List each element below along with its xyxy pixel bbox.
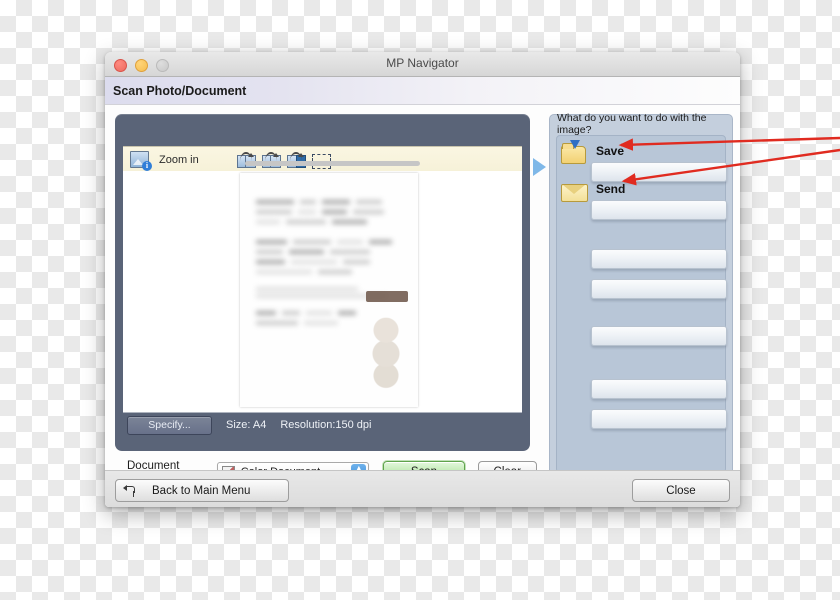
image-actions-panel: What do you want to do with the image? S…	[549, 112, 733, 484]
page-subheader: Scan Photo/Document	[105, 77, 740, 105]
scan-size-text: Size: A4	[226, 419, 267, 431]
back-arrow-icon	[123, 484, 136, 497]
image-actions-list: Save Send	[556, 135, 727, 473]
send-action-slot[interactable]	[591, 200, 727, 220]
save-folder-icon[interactable]	[561, 140, 587, 164]
window-bottom-bar: Back to Main Menu Close	[105, 470, 740, 507]
preview-scrollbar[interactable]	[123, 161, 522, 169]
scanned-document-preview[interactable]	[240, 173, 418, 407]
specify-button[interactable]: Specify...	[127, 415, 212, 435]
preview-seal-mark	[366, 313, 406, 391]
preview-stamp-mark	[366, 291, 408, 302]
mp-navigator-window: MP Navigator Scan Photo/Document Zoom in	[105, 52, 740, 507]
scan-resolution-text: Resolution:150 dpi	[280, 419, 372, 431]
scan-info-bar: Specify... Size: A4 Resolution:150 dpi	[123, 413, 522, 437]
back-to-main-menu-label: Back to Main Menu	[152, 484, 251, 497]
flow-arrow-right-icon	[533, 158, 546, 176]
window-titlebar[interactable]: MP Navigator	[105, 52, 740, 77]
send-action-label[interactable]: Send	[596, 182, 625, 196]
preview-viewport[interactable]	[123, 171, 522, 413]
empty-action-slot[interactable]	[591, 279, 727, 299]
empty-action-slot[interactable]	[591, 249, 727, 269]
empty-action-slot[interactable]	[591, 409, 727, 429]
close-button[interactable]: Close	[632, 479, 730, 502]
empty-action-slot[interactable]	[591, 326, 727, 346]
save-action-slot[interactable]	[591, 162, 727, 182]
back-to-main-menu-button[interactable]: Back to Main Menu	[115, 479, 289, 502]
scan-preview-panel: Zoom in	[115, 114, 530, 451]
image-actions-header: What do you want to do with the image?	[557, 112, 707, 136]
save-action-label[interactable]: Save	[596, 144, 624, 158]
send-envelope-icon[interactable]	[561, 180, 588, 202]
window-body: Zoom in	[105, 105, 740, 507]
empty-action-slot[interactable]	[591, 379, 727, 399]
page-title: Scan Photo/Document	[113, 83, 247, 98]
window-title: MP Navigator	[386, 56, 459, 70]
preview-scrollbar-thumb[interactable]	[245, 161, 420, 166]
